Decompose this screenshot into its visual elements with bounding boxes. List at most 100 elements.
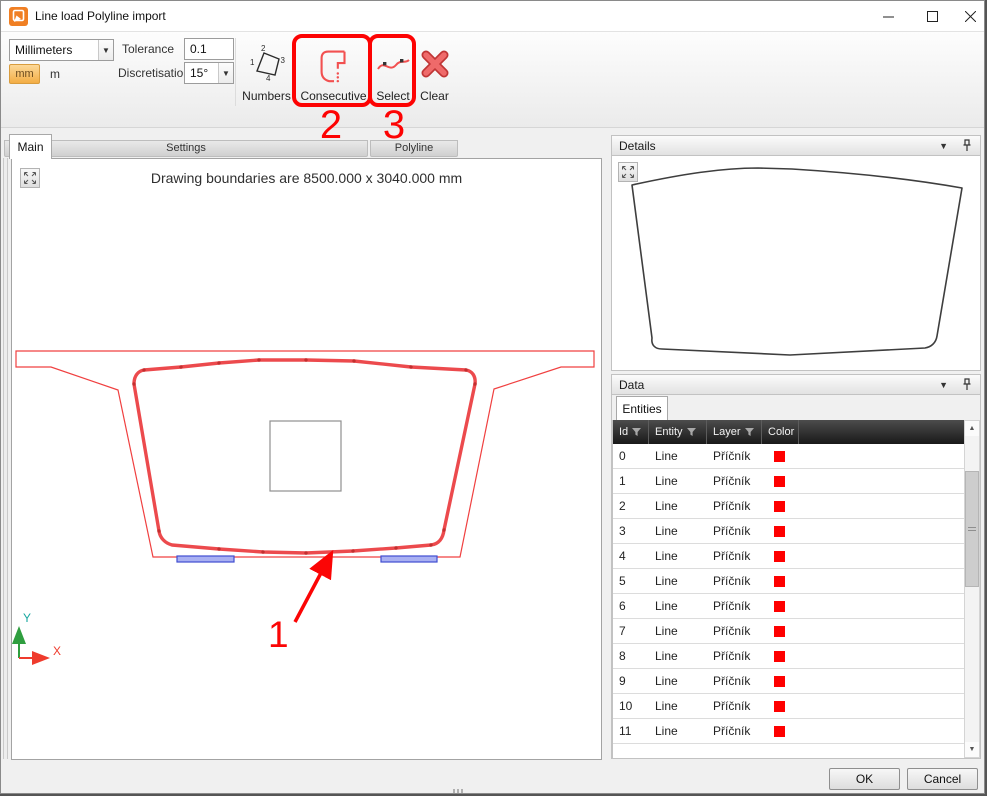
consecutive-icon bbox=[313, 38, 355, 89]
table-scrollbar[interactable]: ▲ ▼ bbox=[964, 420, 980, 758]
table-row[interactable]: 1 Line Příčník bbox=[613, 469, 964, 494]
cell-entity: Line bbox=[649, 444, 707, 468]
tolerance-label: Tolerance bbox=[122, 42, 174, 56]
cell-id: 5 bbox=[613, 569, 649, 593]
filter-icon bbox=[745, 428, 754, 437]
cell-layer: Příčník bbox=[707, 494, 762, 518]
cell-entity: Line bbox=[649, 669, 707, 693]
table-row[interactable]: 3 Line Příčník bbox=[613, 519, 964, 544]
select-button[interactable]: Select bbox=[372, 38, 414, 106]
column-header-color[interactable]: Color bbox=[762, 420, 799, 444]
cell-id: 7 bbox=[613, 619, 649, 643]
cell-entity: Line bbox=[649, 544, 707, 568]
table-row[interactable]: 11 Line Příčník bbox=[613, 719, 964, 744]
data-pin-icon[interactable] bbox=[962, 378, 972, 391]
resize-grip[interactable] bbox=[453, 789, 463, 794]
unit-m-toggle[interactable]: m bbox=[45, 64, 65, 84]
cell-color bbox=[762, 694, 799, 718]
details-pin-icon[interactable] bbox=[962, 139, 972, 152]
cell-layer: Příčník bbox=[707, 669, 762, 693]
cell-entity: Line bbox=[649, 694, 707, 718]
tab-entities[interactable]: Entities bbox=[616, 396, 668, 420]
cell-color bbox=[762, 669, 799, 693]
entity-color-swatch bbox=[774, 551, 785, 562]
details-panel-title: Details bbox=[619, 139, 656, 153]
bearing-right bbox=[381, 556, 437, 562]
svg-text:1: 1 bbox=[250, 58, 255, 67]
left-splitter[interactable] bbox=[3, 158, 8, 759]
entity-color-swatch bbox=[774, 451, 785, 462]
thumb-grip bbox=[968, 527, 976, 531]
cell-layer: Příčník bbox=[707, 694, 762, 718]
svg-text:3: 3 bbox=[280, 56, 285, 65]
title-bar: Line load Polyline import bbox=[1, 1, 985, 32]
scroll-down-button[interactable]: ▼ bbox=[965, 742, 979, 757]
numbers-button-label: Numbers bbox=[242, 89, 291, 103]
cell-layer: Příčník bbox=[707, 594, 762, 618]
table-row[interactable]: 8 Line Příčník bbox=[613, 644, 964, 669]
table-row[interactable]: 10 Line Příčník bbox=[613, 694, 964, 719]
cell-color bbox=[762, 569, 799, 593]
entities-table: Id Entity Layer Color 0 Line Příčník 1 bbox=[612, 420, 964, 758]
table-row[interactable]: 6 Line Příčník bbox=[613, 594, 964, 619]
filter-icon bbox=[632, 428, 641, 437]
discretisation-dropdown[interactable]: 15° ▼ bbox=[184, 62, 234, 84]
scroll-thumb[interactable] bbox=[965, 471, 979, 587]
entity-color-swatch bbox=[774, 526, 785, 537]
select-button-label: Select bbox=[376, 89, 409, 103]
app-icon bbox=[9, 7, 28, 26]
clear-button[interactable]: Clear bbox=[415, 38, 454, 106]
cell-color bbox=[762, 519, 799, 543]
consecutive-button[interactable]: Consecutive bbox=[297, 38, 370, 106]
unit-mm-toggle[interactable]: mm bbox=[9, 64, 40, 84]
column-header-entity[interactable]: Entity bbox=[649, 420, 707, 444]
cell-layer: Příčník bbox=[707, 469, 762, 493]
main-canvas[interactable]: Drawing boundaries are 8500.000 x 3040.0… bbox=[11, 158, 602, 760]
numbers-button[interactable]: 2 3 1 4 Numbers bbox=[238, 38, 295, 106]
cell-id: 9 bbox=[613, 669, 649, 693]
details-preview[interactable] bbox=[611, 156, 981, 371]
minimize-button[interactable] bbox=[866, 1, 910, 32]
discretisation-dropdown-arrow-icon[interactable]: ▼ bbox=[218, 63, 233, 83]
details-collapse-icon[interactable]: ▼ bbox=[939, 141, 948, 151]
scroll-up-button[interactable]: ▲ bbox=[965, 421, 979, 436]
cell-layer: Příčník bbox=[707, 644, 762, 668]
table-row[interactable]: 9 Line Příčník bbox=[613, 669, 964, 694]
entity-color-swatch bbox=[774, 676, 785, 687]
column-header-id[interactable]: Id bbox=[613, 420, 649, 444]
svg-text:4: 4 bbox=[266, 74, 271, 83]
table-row[interactable]: 0 Line Příčník bbox=[613, 444, 964, 469]
polyline-vertices bbox=[132, 358, 476, 554]
interior-square bbox=[270, 421, 341, 491]
cell-entity: Line bbox=[649, 619, 707, 643]
cell-entity: Line bbox=[649, 469, 707, 493]
tab-main[interactable]: Main bbox=[9, 134, 52, 159]
cell-id: 0 bbox=[613, 444, 649, 468]
table-row[interactable]: 7 Line Příčník bbox=[613, 619, 964, 644]
close-button[interactable] bbox=[948, 1, 985, 32]
cell-color bbox=[762, 644, 799, 668]
tolerance-input[interactable]: 0.1 bbox=[184, 38, 234, 60]
girder-outline bbox=[16, 351, 594, 557]
table-row[interactable]: 5 Line Příčník bbox=[613, 569, 964, 594]
details-outline-drawing bbox=[612, 156, 980, 369]
units-dropdown[interactable]: Millimeters ▼ bbox=[9, 39, 114, 61]
cell-id: 2 bbox=[613, 494, 649, 518]
discretisation-value: 15° bbox=[185, 66, 218, 80]
data-collapse-icon[interactable]: ▼ bbox=[939, 380, 948, 390]
cell-id: 10 bbox=[613, 694, 649, 718]
cell-color bbox=[762, 594, 799, 618]
numbers-icon: 2 3 1 4 bbox=[248, 38, 286, 89]
cancel-button[interactable]: Cancel bbox=[907, 768, 978, 790]
cell-layer: Příčník bbox=[707, 544, 762, 568]
ok-button[interactable]: OK bbox=[829, 768, 900, 790]
column-header-filler bbox=[799, 420, 964, 444]
axis-x-label: X bbox=[53, 644, 61, 658]
table-row[interactable]: 2 Line Příčník bbox=[613, 494, 964, 519]
units-dropdown-arrow-icon[interactable]: ▼ bbox=[98, 40, 113, 60]
table-row[interactable]: 4 Line Příčník bbox=[613, 544, 964, 569]
cell-id: 6 bbox=[613, 594, 649, 618]
filter-icon bbox=[687, 428, 696, 437]
column-header-layer[interactable]: Layer bbox=[707, 420, 762, 444]
callout-number-1: 1 bbox=[268, 614, 289, 655]
